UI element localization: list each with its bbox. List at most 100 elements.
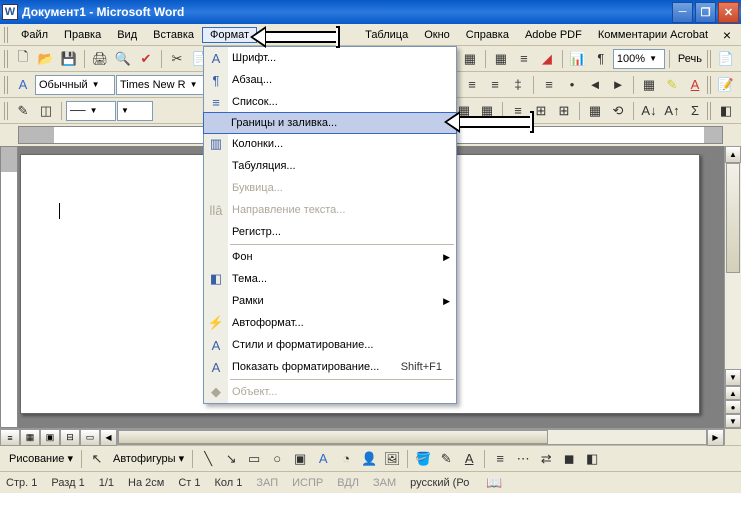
status-rec[interactable]: ЗАП	[256, 477, 278, 489]
toolbar-grip[interactable]	[4, 50, 9, 68]
line-style-icon[interactable]: ≡	[489, 448, 511, 470]
borders-icon[interactable]: ▦	[638, 74, 660, 96]
menu-table[interactable]: Таблица	[357, 27, 416, 43]
menu-item-background[interactable]: Фон ▶	[204, 246, 456, 268]
line-style-combo[interactable]: ──▼	[66, 101, 116, 121]
normal-view-button[interactable]: ≡	[0, 429, 20, 446]
text-direction-icon[interactable]: ⟲	[607, 100, 629, 122]
scroll-thumb[interactable]	[726, 163, 740, 273]
bullets-icon[interactable]: •	[561, 74, 583, 96]
line-icon[interactable]: ╲	[197, 448, 219, 470]
menu-insert[interactable]: Вставка	[145, 27, 202, 43]
menu-item-styles[interactable]: A Стили и форматирование...	[204, 334, 456, 356]
menu-item-tabs[interactable]: Табуляция...	[204, 155, 456, 177]
hscroll-track[interactable]	[117, 429, 707, 445]
style-combo[interactable]: Обычный▼	[35, 75, 115, 95]
callout-arrow-format[interactable]	[250, 26, 340, 48]
justify-icon[interactable]: ≡	[484, 74, 506, 96]
menu-item-theme[interactable]: ◧ Тема...	[204, 268, 456, 290]
extra-icon[interactable]: ◧	[715, 100, 737, 122]
decrease-indent-icon[interactable]: ◄	[584, 74, 606, 96]
menu-item-autoformat[interactable]: ⚡ Автоформат...	[204, 312, 456, 334]
arrow-icon[interactable]: ↘	[220, 448, 242, 470]
speech-button[interactable]: Речь	[674, 53, 706, 65]
styles-pane-icon[interactable]: A	[12, 74, 34, 96]
shadow-icon[interactable]: ◼	[558, 448, 580, 470]
menu-edit[interactable]: Правка	[56, 27, 109, 43]
arrow-style-icon[interactable]: ⇄	[535, 448, 557, 470]
vertical-scrollbar[interactable]: ▲ ▼ ▲ ● ▼	[724, 146, 741, 428]
line-color-icon[interactable]: ✎	[435, 448, 457, 470]
diagram-icon[interactable]: ◔	[335, 448, 357, 470]
web-view-button[interactable]: ▦	[20, 429, 40, 446]
reading-view-button[interactable]: ▭	[80, 429, 100, 446]
status-language[interactable]: русский (Ро	[410, 477, 469, 489]
menu-item-paragraph[interactable]: ¶ Абзац...	[204, 69, 456, 91]
menu-file[interactable]: Файл	[13, 27, 56, 43]
line-weight-combo[interactable]: ▼	[117, 101, 153, 121]
new-icon[interactable]: 🗋	[12, 48, 34, 70]
numbering-icon[interactable]: ≡	[538, 74, 560, 96]
status-ext[interactable]: ВДЛ	[337, 477, 359, 489]
next-page-button[interactable]: ▼	[725, 414, 741, 428]
highlight-icon[interactable]: ✎	[661, 74, 683, 96]
font-color-draw-icon[interactable]: A	[458, 448, 480, 470]
prev-page-button[interactable]: ▲	[725, 386, 741, 400]
close-button[interactable]: ✕	[718, 2, 739, 23]
open-icon[interactable]: 📂	[35, 48, 57, 70]
tables-borders-icon[interactable]: ▦	[459, 48, 481, 70]
menu-help[interactable]: Справка	[458, 27, 517, 43]
close-document-button[interactable]: ×	[717, 27, 737, 43]
vertical-ruler[interactable]	[0, 146, 18, 428]
increase-indent-icon[interactable]: ►	[607, 74, 629, 96]
font-color-icon[interactable]: A	[684, 74, 706, 96]
save-icon[interactable]: 💾	[58, 48, 80, 70]
rectangle-icon[interactable]: ▭	[243, 448, 265, 470]
3d-icon[interactable]: ◧	[581, 448, 603, 470]
draw-table-icon[interactable]: ✎	[12, 100, 34, 122]
scroll-down-button[interactable]: ▼	[725, 369, 741, 386]
autoshapes-menu[interactable]: Автофигуры ▾	[109, 452, 188, 465]
cut-icon[interactable]: ✂	[166, 48, 188, 70]
maximize-button[interactable]: ❐	[695, 2, 716, 23]
autosum-icon[interactable]: Σ	[684, 100, 706, 122]
outline-view-button[interactable]: ⊟	[60, 429, 80, 446]
distribute-cols-icon[interactable]: ⊞	[553, 100, 575, 122]
show-all-icon[interactable]: ¶	[590, 48, 612, 70]
browse-object-button[interactable]: ●	[725, 400, 741, 414]
select-objects-icon[interactable]: ↖	[86, 448, 108, 470]
print-view-button[interactable]: ▣	[40, 429, 60, 446]
line-spacing-icon[interactable]: ‡	[507, 74, 529, 96]
spellcheck-icon[interactable]: ✔	[135, 48, 157, 70]
print-icon[interactable]: 🖨	[89, 48, 111, 70]
toolbar-grip[interactable]	[4, 76, 9, 94]
font-combo[interactable]: Times New R▼	[116, 75, 206, 95]
hscroll-thumb[interactable]	[118, 430, 548, 444]
pdf-icon[interactable]: 📄	[715, 48, 737, 70]
menu-item-columns[interactable]: ▥ Колонки...	[204, 133, 456, 155]
scroll-track[interactable]	[725, 163, 741, 369]
toolbar-grip[interactable]	[707, 50, 712, 68]
toolbar-grip[interactable]	[707, 102, 712, 120]
drawing-icon[interactable]: ◢	[536, 48, 558, 70]
align-right-icon[interactable]: ≡	[461, 74, 483, 96]
menu-item-reveal-formatting[interactable]: A Показать форматирование... Shift+F1	[204, 356, 456, 378]
drawing-menu[interactable]: Рисование ▾	[5, 452, 77, 465]
eraser-icon[interactable]: ◫	[35, 100, 57, 122]
menu-acrobat-comments[interactable]: Комментарии Acrobat	[590, 27, 716, 43]
picture-icon[interactable]: 🖼	[381, 448, 403, 470]
callout-arrow-borders[interactable]	[444, 111, 534, 133]
menu-format[interactable]: Формат	[202, 27, 257, 43]
oval-icon[interactable]: ○	[266, 448, 288, 470]
doc-map-icon[interactable]: 📊	[567, 48, 589, 70]
menu-item-change-case[interactable]: Регистр...	[204, 221, 456, 243]
scroll-up-button[interactable]: ▲	[725, 146, 741, 163]
fill-color-icon[interactable]: 🪣	[412, 448, 434, 470]
menu-item-frames[interactable]: Рамки ▶	[204, 290, 456, 312]
scroll-left-button[interactable]: ◀	[100, 429, 117, 446]
insert-table-icon[interactable]: ▦	[490, 48, 512, 70]
minimize-button[interactable]: ─	[672, 2, 693, 23]
textbox-icon[interactable]: ▣	[289, 448, 311, 470]
sort-desc-icon[interactable]: A↑	[661, 100, 683, 122]
scroll-right-button[interactable]: ▶	[707, 429, 724, 446]
